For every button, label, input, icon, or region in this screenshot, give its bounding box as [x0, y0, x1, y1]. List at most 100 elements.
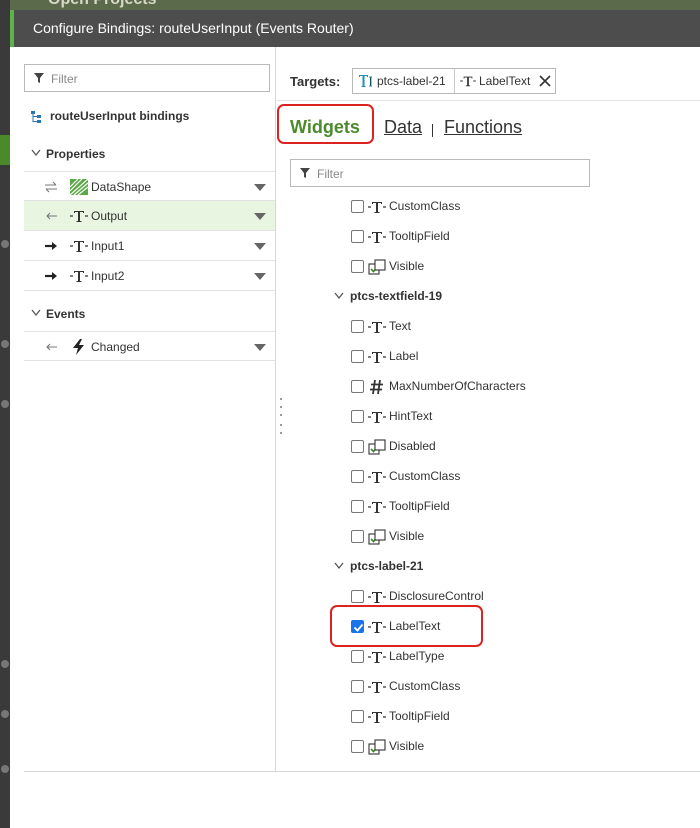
label-widget-icon [359, 75, 372, 87]
target-filter-input[interactable]: Filter [290, 159, 590, 187]
background-app-sidebar [0, 0, 10, 828]
property-checkbox[interactable] [351, 470, 364, 483]
target-property-row[interactable]: Label [277, 341, 700, 371]
infotable-icon [70, 179, 88, 195]
bindings-root-label: routeUserInput bindings [50, 109, 190, 123]
target-property-label: MaxNumberOfCharacters [389, 379, 526, 393]
source-filter-input[interactable]: Filter [24, 64, 270, 92]
property-checkbox[interactable] [351, 230, 364, 243]
dropdown-arrow-icon[interactable] [254, 344, 266, 351]
target-property-row[interactable]: Visible [277, 521, 700, 551]
property-checkbox[interactable] [351, 650, 364, 663]
widget-group-toggle[interactable]: ptcs-textfield-19 [277, 281, 700, 311]
target-chip-property[interactable]: LabelText [454, 69, 556, 93]
property-checkbox[interactable] [351, 500, 364, 513]
tab-functions[interactable]: Functions [444, 117, 522, 138]
property-row-output[interactable]: Output [24, 201, 275, 231]
string-type-icon [368, 322, 386, 333]
property-row-input1[interactable]: Input1 [24, 231, 275, 261]
widget-group-toggle[interactable]: ptcs-label-21 [277, 551, 700, 581]
filter-placeholder: Filter [51, 72, 78, 86]
target-property-list: CustomClass TooltipField Visible ptcs-textf… [277, 191, 700, 772]
property-row-input2[interactable]: Input2 [24, 261, 275, 291]
target-property-label: CustomClass [389, 199, 461, 213]
target-property-label: Text [389, 319, 412, 333]
inbound-arrow-icon [46, 212, 57, 220]
tab-widgets[interactable]: Widgets [290, 117, 360, 138]
target-property-row[interactable]: TooltipField [277, 701, 700, 731]
target-property-label: TooltipField [389, 499, 450, 513]
bidirectional-arrow-icon [45, 181, 57, 193]
events-section-toggle[interactable]: Events [24, 304, 275, 326]
number-type-icon [370, 379, 383, 395]
target-property-row[interactable]: LabelType [277, 641, 700, 671]
target-property-label: CustomClass [389, 469, 461, 483]
boolean-type-icon [368, 529, 386, 545]
background-app-title: Open Projects [48, 0, 156, 9]
chevron-down-icon [334, 562, 344, 570]
target-property-row[interactable]: HintText [277, 401, 700, 431]
dropdown-arrow-icon[interactable] [254, 243, 266, 250]
property-checkbox[interactable] [351, 530, 364, 543]
string-type-icon [368, 412, 386, 423]
event-row-changed[interactable]: Changed [24, 331, 275, 361]
property-row-datashape[interactable]: DataShape [24, 171, 275, 201]
property-checkbox[interactable] [351, 380, 364, 393]
string-type-icon [460, 76, 476, 87]
tab-data[interactable]: Data [384, 117, 422, 138]
property-checkbox[interactable] [351, 590, 364, 603]
target-property-row[interactable]: Disabled [277, 431, 700, 461]
property-checkbox[interactable] [351, 740, 364, 753]
target-property-row[interactable]: CustomClass [277, 671, 700, 701]
tree-structure-icon [31, 111, 41, 123]
dropdown-arrow-icon[interactable] [254, 184, 266, 191]
dropdown-arrow-icon[interactable] [254, 213, 266, 220]
property-label: Output [91, 209, 128, 223]
widget-group-label: ptcs-textfield-19 [350, 289, 443, 303]
property-checkbox[interactable] [351, 200, 364, 213]
property-checkbox[interactable] [351, 350, 364, 363]
string-type-icon [70, 211, 88, 222]
property-checkbox[interactable] [351, 260, 364, 273]
target-property-label: Visible [389, 529, 425, 543]
target-property-row[interactable]: TooltipField [277, 221, 700, 251]
properties-section-label: Properties [46, 147, 106, 161]
target-property-row[interactable]: MaxNumberOfCharacters [277, 371, 700, 401]
target-chip-label: ptcs-label-21 [377, 74, 446, 88]
target-property-row[interactable]: Visible [277, 731, 700, 761]
boolean-type-icon [368, 439, 386, 455]
target-chip-widget[interactable]: ptcs-label-21 [353, 69, 454, 93]
events-section-label: Events [46, 307, 86, 321]
target-chips: ptcs-label-21 LabelText [352, 68, 556, 94]
close-icon[interactable] [538, 74, 552, 88]
configure-bindings-dialog: Configure Bindings: routeUserInput (Even… [10, 10, 700, 828]
bindings-target-panel: Targets: ptcs-label-21 LabelText Widgets… [277, 47, 700, 772]
chevron-down-icon [31, 149, 41, 157]
property-checkbox[interactable] [351, 680, 364, 693]
property-checkbox[interactable] [351, 710, 364, 723]
property-checkbox[interactable] [351, 410, 364, 423]
target-property-row[interactable]: CustomClass [277, 461, 700, 491]
string-type-icon [70, 241, 88, 252]
properties-section-toggle[interactable]: Properties [24, 144, 275, 166]
inbound-arrow-icon [46, 343, 57, 351]
string-type-icon [368, 202, 386, 213]
property-label: Input1 [91, 239, 125, 253]
property-checkbox[interactable] [351, 320, 364, 333]
event-label: Changed [91, 340, 140, 354]
boolean-type-icon [368, 739, 386, 755]
boolean-type-icon [368, 259, 386, 275]
targets-row: Targets: ptcs-label-21 LabelText [277, 47, 700, 101]
target-property-row[interactable]: Visible [277, 251, 700, 281]
target-property-row[interactable]: CustomClass [277, 191, 700, 221]
string-type-icon [368, 592, 386, 603]
property-checkbox[interactable] [351, 440, 364, 453]
target-property-row[interactable]: TooltipField [277, 491, 700, 521]
widget-group-label: ptcs-label-21 [350, 559, 424, 573]
chevron-down-icon [31, 309, 41, 317]
string-type-icon [368, 472, 386, 483]
target-property-label: TooltipField [389, 709, 450, 723]
target-chip-label: LabelText [479, 74, 531, 88]
target-property-row[interactable]: Text [277, 311, 700, 341]
dropdown-arrow-icon[interactable] [254, 273, 266, 280]
